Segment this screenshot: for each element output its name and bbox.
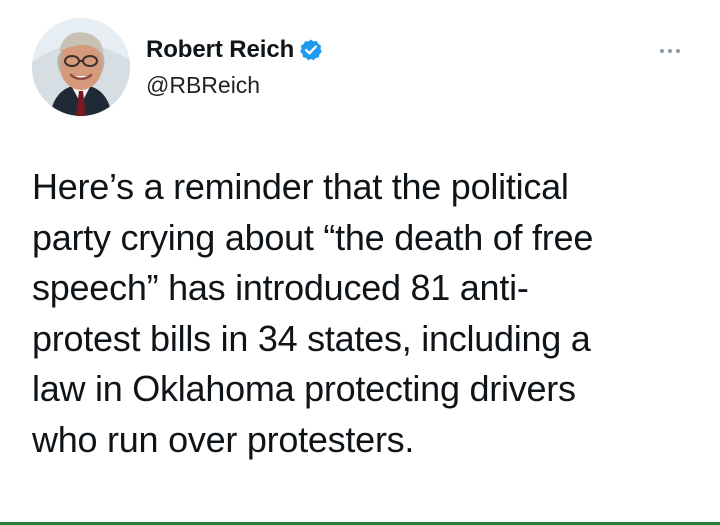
verified-badge-icon	[299, 38, 323, 62]
author-name-row: Robert Reich	[146, 33, 576, 67]
tweet-text-line: Here’s a reminder that the political	[32, 166, 569, 207]
avatar[interactable]	[32, 18, 130, 116]
more-dot-icon	[668, 49, 672, 53]
author-handle[interactable]: @RBReich	[146, 70, 576, 100]
tweet-text-line: protest bills in 34 states, including a	[32, 317, 591, 359]
tweet-card: Robert Reich @RBReich Here’s a reminder …	[0, 0, 720, 522]
more-dot-icon	[676, 49, 680, 53]
tweet-header: Robert Reich @RBReich	[28, 16, 692, 120]
avatar-portrait-icon	[32, 18, 130, 116]
more-options-button[interactable]	[653, 39, 687, 63]
author-display-name[interactable]: Robert Reich	[146, 33, 294, 67]
more-dot-icon	[660, 49, 664, 53]
tweet-text: Here’s a reminder that the political par…	[32, 162, 692, 465]
tweet-text-line: speech” has introduced 81 anti-	[32, 267, 529, 308]
tweet-text-line: who run over protesters.	[32, 418, 415, 460]
author-identity: Robert Reich @RBReich	[146, 33, 576, 100]
more-options-icon	[660, 49, 680, 53]
tweet-text-line: party crying about “the death of free	[32, 216, 594, 258]
tweet-text-line: law in Oklahoma protecting drivers	[32, 368, 576, 409]
